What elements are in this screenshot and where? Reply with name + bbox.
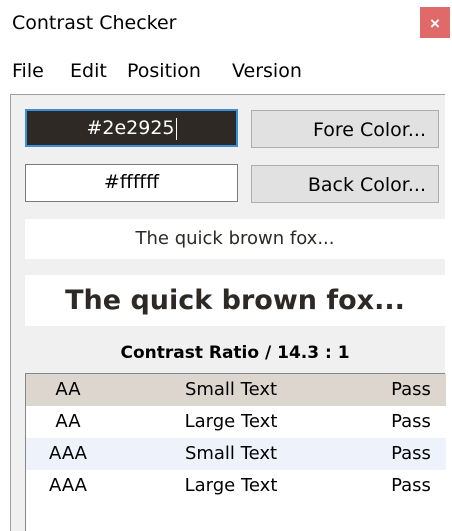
result-status: Pass: [391, 443, 431, 464]
result-row[interactable]: AA Small Text Pass: [26, 374, 446, 406]
results-table: AA Small Text Pass AA Large Text Pass AA…: [25, 373, 446, 531]
result-type: Large Text: [184, 411, 278, 432]
window-title: Contrast Checker: [12, 12, 177, 34]
menu-edit[interactable]: Edit: [70, 56, 107, 86]
fore-color-value: #2e2925: [86, 117, 175, 139]
back-color-field[interactable]: #ffffff: [25, 164, 238, 202]
sample-large-text: The quick brown fox...: [25, 275, 445, 326]
title-bar: Contrast Checker ×: [0, 0, 452, 48]
back-color-value: #ffffff: [103, 171, 160, 193]
menu-version[interactable]: Version: [232, 56, 302, 86]
result-type: Small Text: [184, 379, 278, 400]
result-row[interactable]: AAA Small Text Pass: [26, 438, 446, 470]
close-icon: ×: [430, 14, 440, 33]
menu-file[interactable]: File: [12, 56, 44, 86]
result-status: Pass: [391, 379, 431, 400]
result-level: AAA: [49, 443, 87, 464]
sample-small-text: The quick brown fox...: [25, 219, 445, 259]
result-level: AAA: [49, 475, 87, 496]
result-level: AA: [55, 411, 81, 432]
result-type: Small Text: [184, 443, 278, 464]
fore-color-field[interactable]: #2e2925: [25, 109, 238, 147]
result-status: Pass: [391, 475, 431, 496]
close-button[interactable]: ×: [420, 7, 450, 38]
text-caret: [175, 117, 177, 140]
result-level: AA: [55, 379, 81, 400]
contrast-ratio: Contrast Ratio / 14.3 : 1: [120, 343, 350, 363]
result-type: Large Text: [184, 475, 278, 496]
result-status: Pass: [391, 411, 431, 432]
menu-position[interactable]: Position: [127, 56, 201, 86]
main-panel: #2e2925 Fore Color... #ffffff Back Color…: [10, 94, 446, 531]
fore-color-button[interactable]: Fore Color...: [251, 110, 439, 148]
result-row[interactable]: AA Large Text Pass: [26, 406, 446, 438]
menu-bar: File Edit Position Version: [0, 56, 452, 86]
result-row[interactable]: AAA Large Text Pass: [26, 470, 446, 502]
back-color-button[interactable]: Back Color...: [251, 165, 439, 203]
